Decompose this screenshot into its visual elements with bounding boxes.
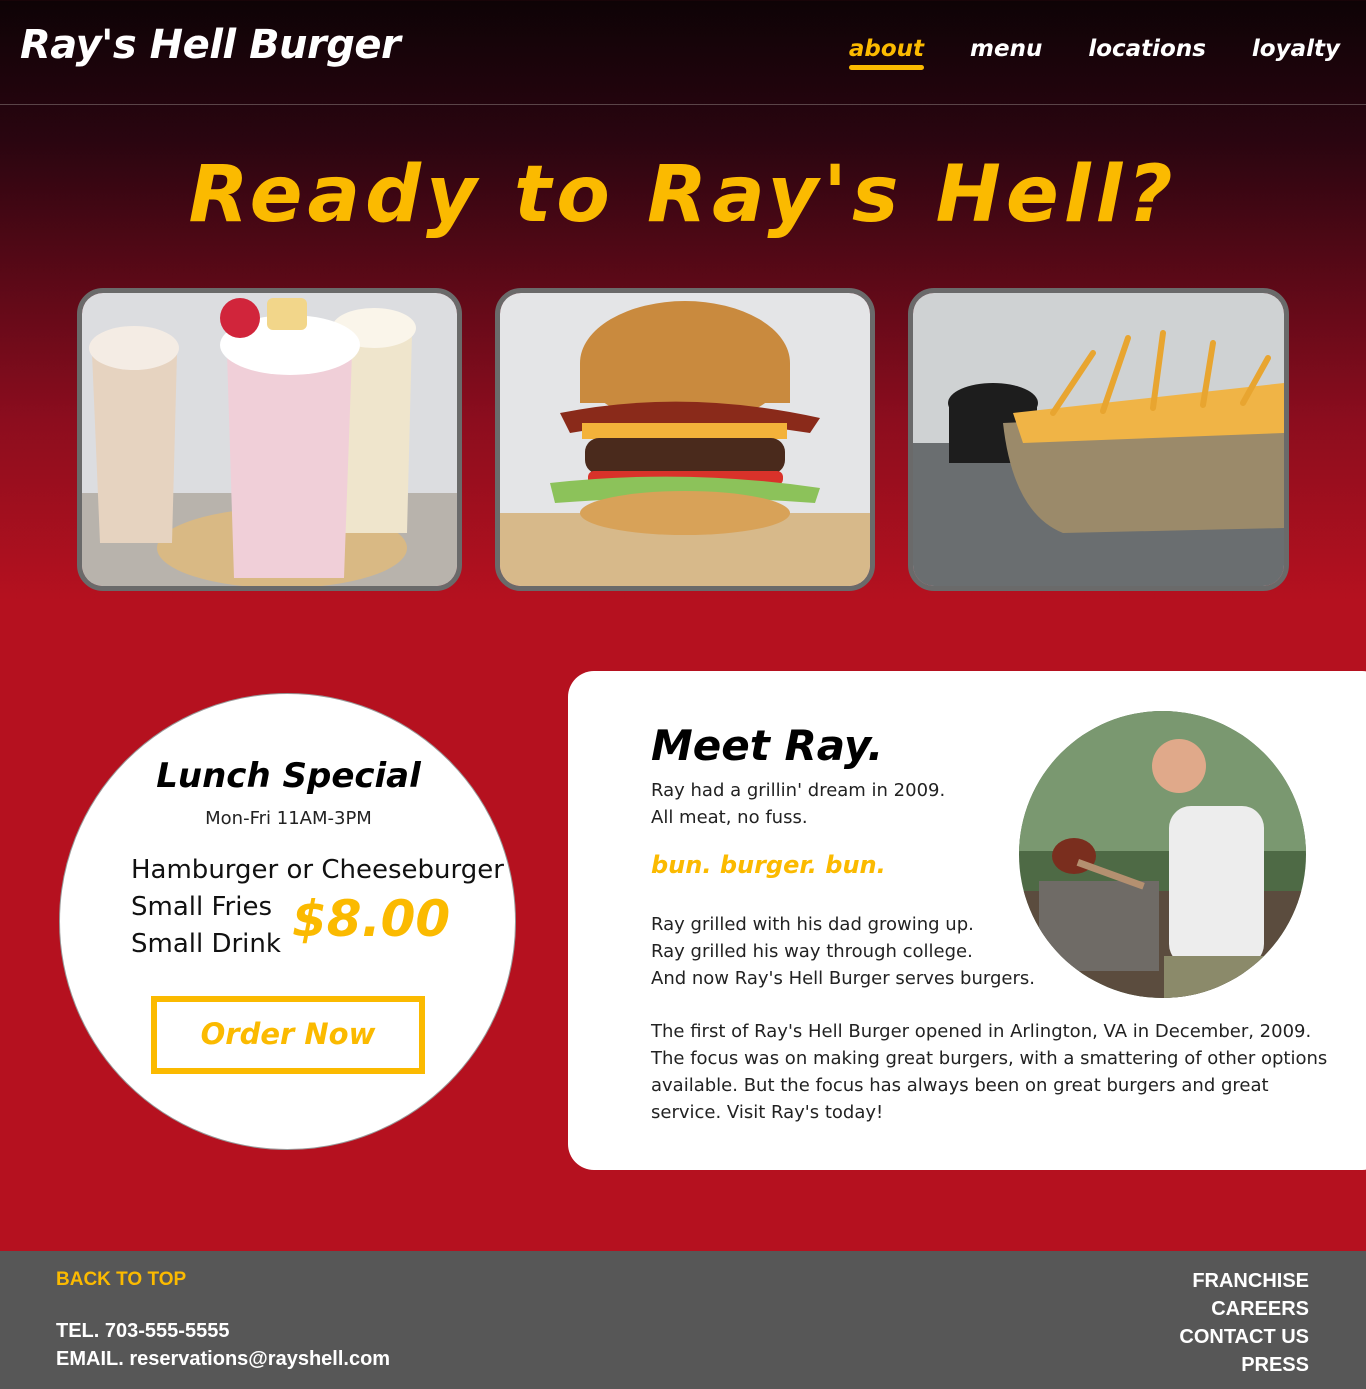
special-item: Hamburger or Cheeseburger [131,855,504,885]
footer-email[interactable]: EMAIL. reservations@rayshell.com [56,1345,390,1373]
meet-ray-card: Meet Ray. Ray had a grillin' dream in 20… [568,671,1366,1170]
hero-title: Ready to Ray's Hell? [188,150,1178,240]
meet-story-line: And now Ray's Hell Burger serves burgers… [651,968,1035,989]
site-footer: BACK TO TOP TEL. 703-555-5555 EMAIL. res… [0,1251,1366,1389]
nav-menu[interactable]: menu [970,36,1042,68]
meet-slogan: bun. burger. bun. [651,851,886,879]
meet-story-line: Ray grilled with his dad growing up. [651,914,974,935]
site-logo[interactable]: Ray's Hell Burger [20,22,401,68]
footer-tel[interactable]: TEL. 703-555-5555 [56,1317,390,1345]
meet-history: The first of Ray's Hell Burger opened in… [651,1021,1328,1123]
site-header: Ray's Hell Burger about menu locations l… [0,0,1366,105]
back-to-top-link[interactable]: BACK TO TOP [56,1269,186,1291]
nav-locations[interactable]: locations [1088,36,1206,68]
meet-intro: Ray had a grillin' dream in 2009. All me… [651,777,945,831]
footer-link-press[interactable]: PRESS [1179,1351,1309,1379]
nav-loyalty[interactable]: loyalty [1252,36,1340,68]
meet-intro-line: All meat, no fuss. [651,807,808,828]
nav-about[interactable]: about [848,36,925,70]
fries-image [908,288,1289,591]
meet-story-line: Ray grilled his way through college. [651,941,973,962]
burger-image [495,288,875,591]
footer-link-franchise[interactable]: FRANCHISE [1179,1267,1309,1295]
meet-story: Ray grilled with his dad growing up. Ray… [651,911,1035,992]
order-now-button[interactable]: Order Now [151,996,425,1074]
ray-portrait-image [1019,711,1306,998]
footer-links: FRANCHISE CAREERS CONTACT US PRESS [1179,1267,1309,1379]
special-hours: Mon-Fri 11AM-3PM [205,808,372,829]
lunch-special-card: Lunch Special Mon-Fri 11AM-3PM Hamburger… [59,693,516,1150]
special-price: $8.00 [292,890,451,948]
footer-contact: TEL. 703-555-5555 EMAIL. reservations@ra… [56,1317,390,1373]
footer-link-careers[interactable]: CAREERS [1179,1295,1309,1323]
milkshakes-image [77,288,462,591]
meet-intro-line: Ray had a grillin' dream in 2009. [651,780,946,801]
special-title: Lunch Special [156,756,421,796]
main-nav: about menu locations loyalty [848,36,1340,70]
meet-title: Meet Ray. [651,721,884,770]
footer-link-contact[interactable]: CONTACT US [1179,1323,1309,1351]
